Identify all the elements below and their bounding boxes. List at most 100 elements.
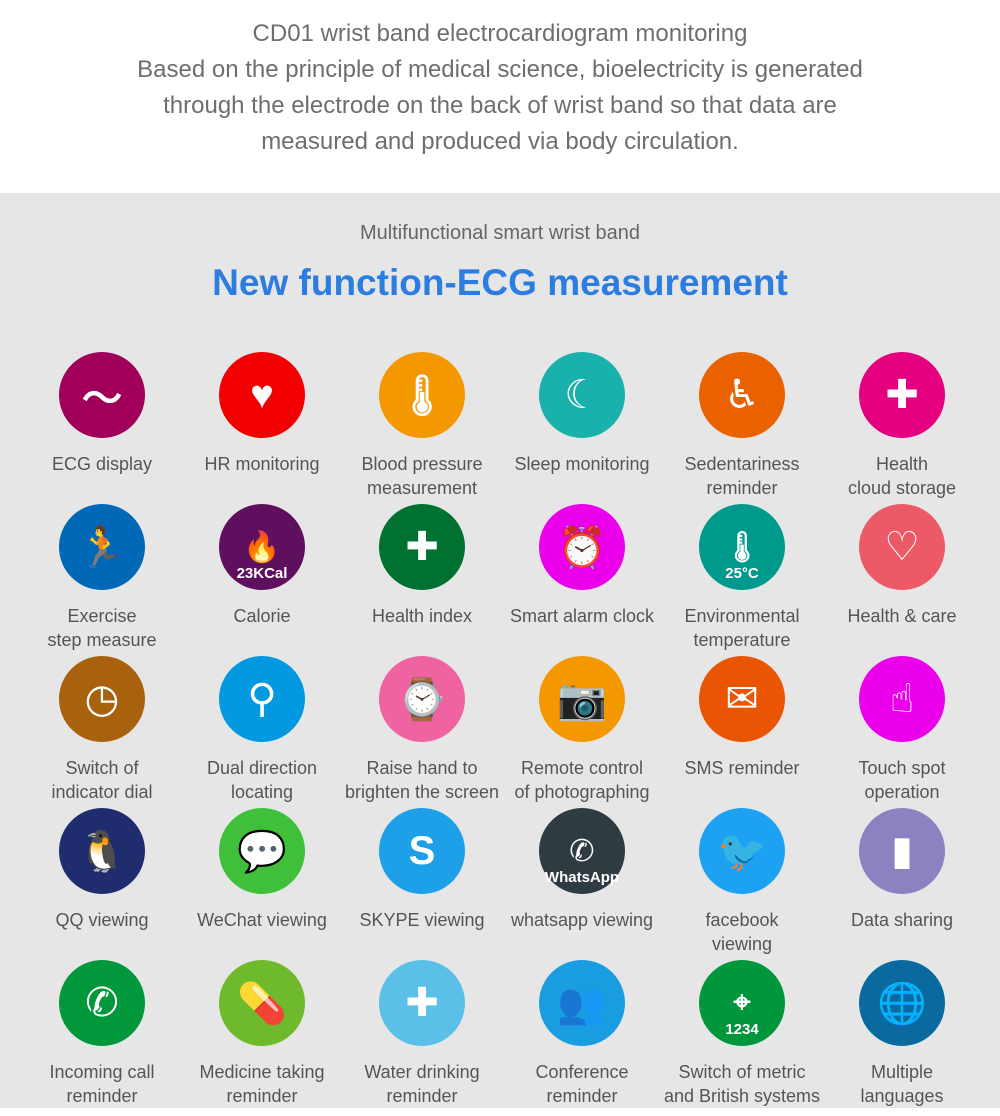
- icon-glyph: ✆: [85, 981, 119, 1025]
- feature-item: ✚ Health cloud storage: [822, 352, 982, 504]
- feature-item: ✚ Water drinking reminder: [342, 960, 502, 1112]
- icon-glyph: ⌖: [733, 986, 751, 1019]
- icon-badge: 23KCal: [236, 565, 288, 582]
- feature-item: 🔥 23KCal Calorie: [182, 504, 342, 656]
- feature-label: Environmental temperature: [684, 606, 800, 650]
- feature-label: Switch of indicator dial: [51, 758, 153, 802]
- feature-label: Dual direction locating: [206, 758, 318, 802]
- water-glass-icon: ✚: [379, 960, 465, 1046]
- feature-label: Raise hand to brighten the screen: [344, 758, 500, 802]
- feature-item: ◷ Switch of indicator dial: [22, 656, 182, 808]
- feature-item: 🌡 25°C Environmental temperature: [662, 504, 822, 656]
- feature-item: 📷 Remote control of photographing: [502, 656, 662, 808]
- feature-label: Incoming call reminder: [49, 1062, 155, 1106]
- intro-line: measured and produced via body circulati…: [261, 128, 739, 155]
- alarm-clock-icon: ⏰: [539, 504, 625, 590]
- hands-plus-icon: ✚: [859, 352, 945, 438]
- icon-glyph: ▮: [890, 829, 913, 873]
- touch-tablet-icon: ☝: [859, 656, 945, 742]
- icon-glyph: S: [408, 828, 436, 873]
- feature-label: Medicine taking reminder: [199, 1062, 325, 1106]
- feature-label: Calorie: [233, 606, 291, 626]
- wechat-icon: 💬: [219, 808, 305, 894]
- skype-icon: S: [379, 808, 465, 894]
- icon-glyph: 👥: [557, 981, 607, 1026]
- thermometer-icon: 🌡 25°C: [699, 504, 785, 590]
- feature-item: ☝ Touch spot operation: [822, 656, 982, 808]
- section-subtitle: Multifunctional smart wrist band: [359, 222, 641, 244]
- feature-item: ⚲ Dual direction locating: [182, 656, 342, 808]
- feature-label: Health index: [371, 606, 473, 626]
- icon-badge: WhatsApp: [544, 869, 620, 886]
- icon-glyph: ✆: [569, 834, 595, 868]
- feature-grid: 〜 ECG display ♥ HR monitoring 🌡 Blood pressur…: [22, 352, 982, 1112]
- feature-item: ♿ Sedentariness reminder: [662, 352, 822, 504]
- camera-icon: 📷: [539, 656, 625, 742]
- feature-item: ✚ Health index: [342, 504, 502, 656]
- icon-glyph: 🌡: [396, 373, 448, 418]
- feature-label: QQ viewing: [55, 910, 149, 930]
- feature-item: ✉ SMS reminder: [662, 656, 822, 808]
- feature-label: facebook viewing: [705, 910, 779, 954]
- icon-glyph: ♥: [250, 372, 274, 417]
- feature-item: ♥ HR monitoring: [182, 352, 342, 504]
- icon-glyph: ✉: [725, 677, 759, 721]
- icon-glyph: ♿: [724, 373, 760, 417]
- magnifier-icon: ⚲: [219, 656, 305, 742]
- icon-glyph: 〜: [82, 377, 122, 421]
- watch-icon: ⌚: [379, 656, 465, 742]
- bird-icon: 🐦: [699, 808, 785, 894]
- feature-label: Data sharing: [850, 910, 954, 930]
- feature-item: ✆ Incoming call reminder: [22, 960, 182, 1112]
- feature-label: Blood pressure measurement: [361, 454, 483, 498]
- feature-item: ☾ Sleep monitoring: [502, 352, 662, 504]
- feature-item: 🐦 facebook viewing: [662, 808, 822, 960]
- feature-item: 👥 Conference reminder: [502, 960, 662, 1112]
- feature-label: Water drinking reminder: [364, 1062, 480, 1106]
- icon-glyph: 💬: [237, 829, 287, 874]
- feature-item: ♡ Health & care: [822, 504, 982, 656]
- feature-label: Touch spot operation: [858, 758, 946, 802]
- intro-line: CD01 wrist band electrocardiogram monito…: [252, 20, 748, 47]
- seated-person-icon: ♿: [699, 352, 785, 438]
- feature-label: ECG display: [51, 454, 153, 474]
- family-icon: ♡: [859, 504, 945, 590]
- feature-item: 〜 ECG display: [22, 352, 182, 504]
- feature-label: Health cloud storage: [847, 454, 957, 498]
- icon-glyph: 🏃: [77, 525, 127, 570]
- feature-item: 💬 WeChat viewing: [182, 808, 342, 960]
- feature-label: Exercise step measure: [47, 606, 157, 650]
- icon-glyph: 🐦: [717, 829, 767, 874]
- globe-icon: 🌐: [859, 960, 945, 1046]
- feature-label: Remote control of photographing: [514, 758, 650, 802]
- feature-item: 🏃 Exercise step measure: [22, 504, 182, 656]
- feature-item: ▮ Data sharing: [822, 808, 982, 960]
- map-pins-icon: ⌖ 1234: [699, 960, 785, 1046]
- feature-label: Sedentariness reminder: [684, 454, 800, 498]
- intro-line: through the electrode on the back of wri…: [163, 92, 837, 119]
- icon-glyph: ◷: [84, 677, 120, 721]
- icon-glyph: ⏰: [557, 525, 607, 570]
- icon-glyph: ✚: [405, 981, 439, 1025]
- feature-item: 💊 Medicine taking reminder: [182, 960, 342, 1112]
- watch-dial-icon: ◷: [59, 656, 145, 742]
- section-title: New function-ECG measurement: [212, 262, 788, 303]
- feature-item: S SKYPE viewing: [342, 808, 502, 960]
- feature-label: HR monitoring: [204, 454, 320, 474]
- icon-glyph: ☾: [564, 373, 600, 417]
- feature-label: Smart alarm clock: [509, 606, 655, 626]
- meeting-icon: 👥: [539, 960, 625, 1046]
- envelope-icon: ✉: [699, 656, 785, 742]
- icon-glyph: ♡: [884, 525, 920, 569]
- feature-label: WeChat viewing: [197, 910, 327, 930]
- flame-icon: 🔥 23KCal: [219, 504, 305, 590]
- feature-label: whatsapp viewing: [510, 910, 654, 930]
- feature-item: ⏰ Smart alarm clock: [502, 504, 662, 656]
- icon-glyph: ☝: [889, 677, 915, 721]
- intro-line: Based on the principle of medical scienc…: [137, 56, 863, 83]
- feature-item: 🌡 Blood pressure measurement: [342, 352, 502, 504]
- pill-icon: 💊: [219, 960, 305, 1046]
- icon-glyph: 🌡: [722, 530, 762, 564]
- feature-item: 🐧 QQ viewing: [22, 808, 182, 960]
- feature-item: ⌖ 1234 Switch of metric and British system…: [662, 960, 822, 1112]
